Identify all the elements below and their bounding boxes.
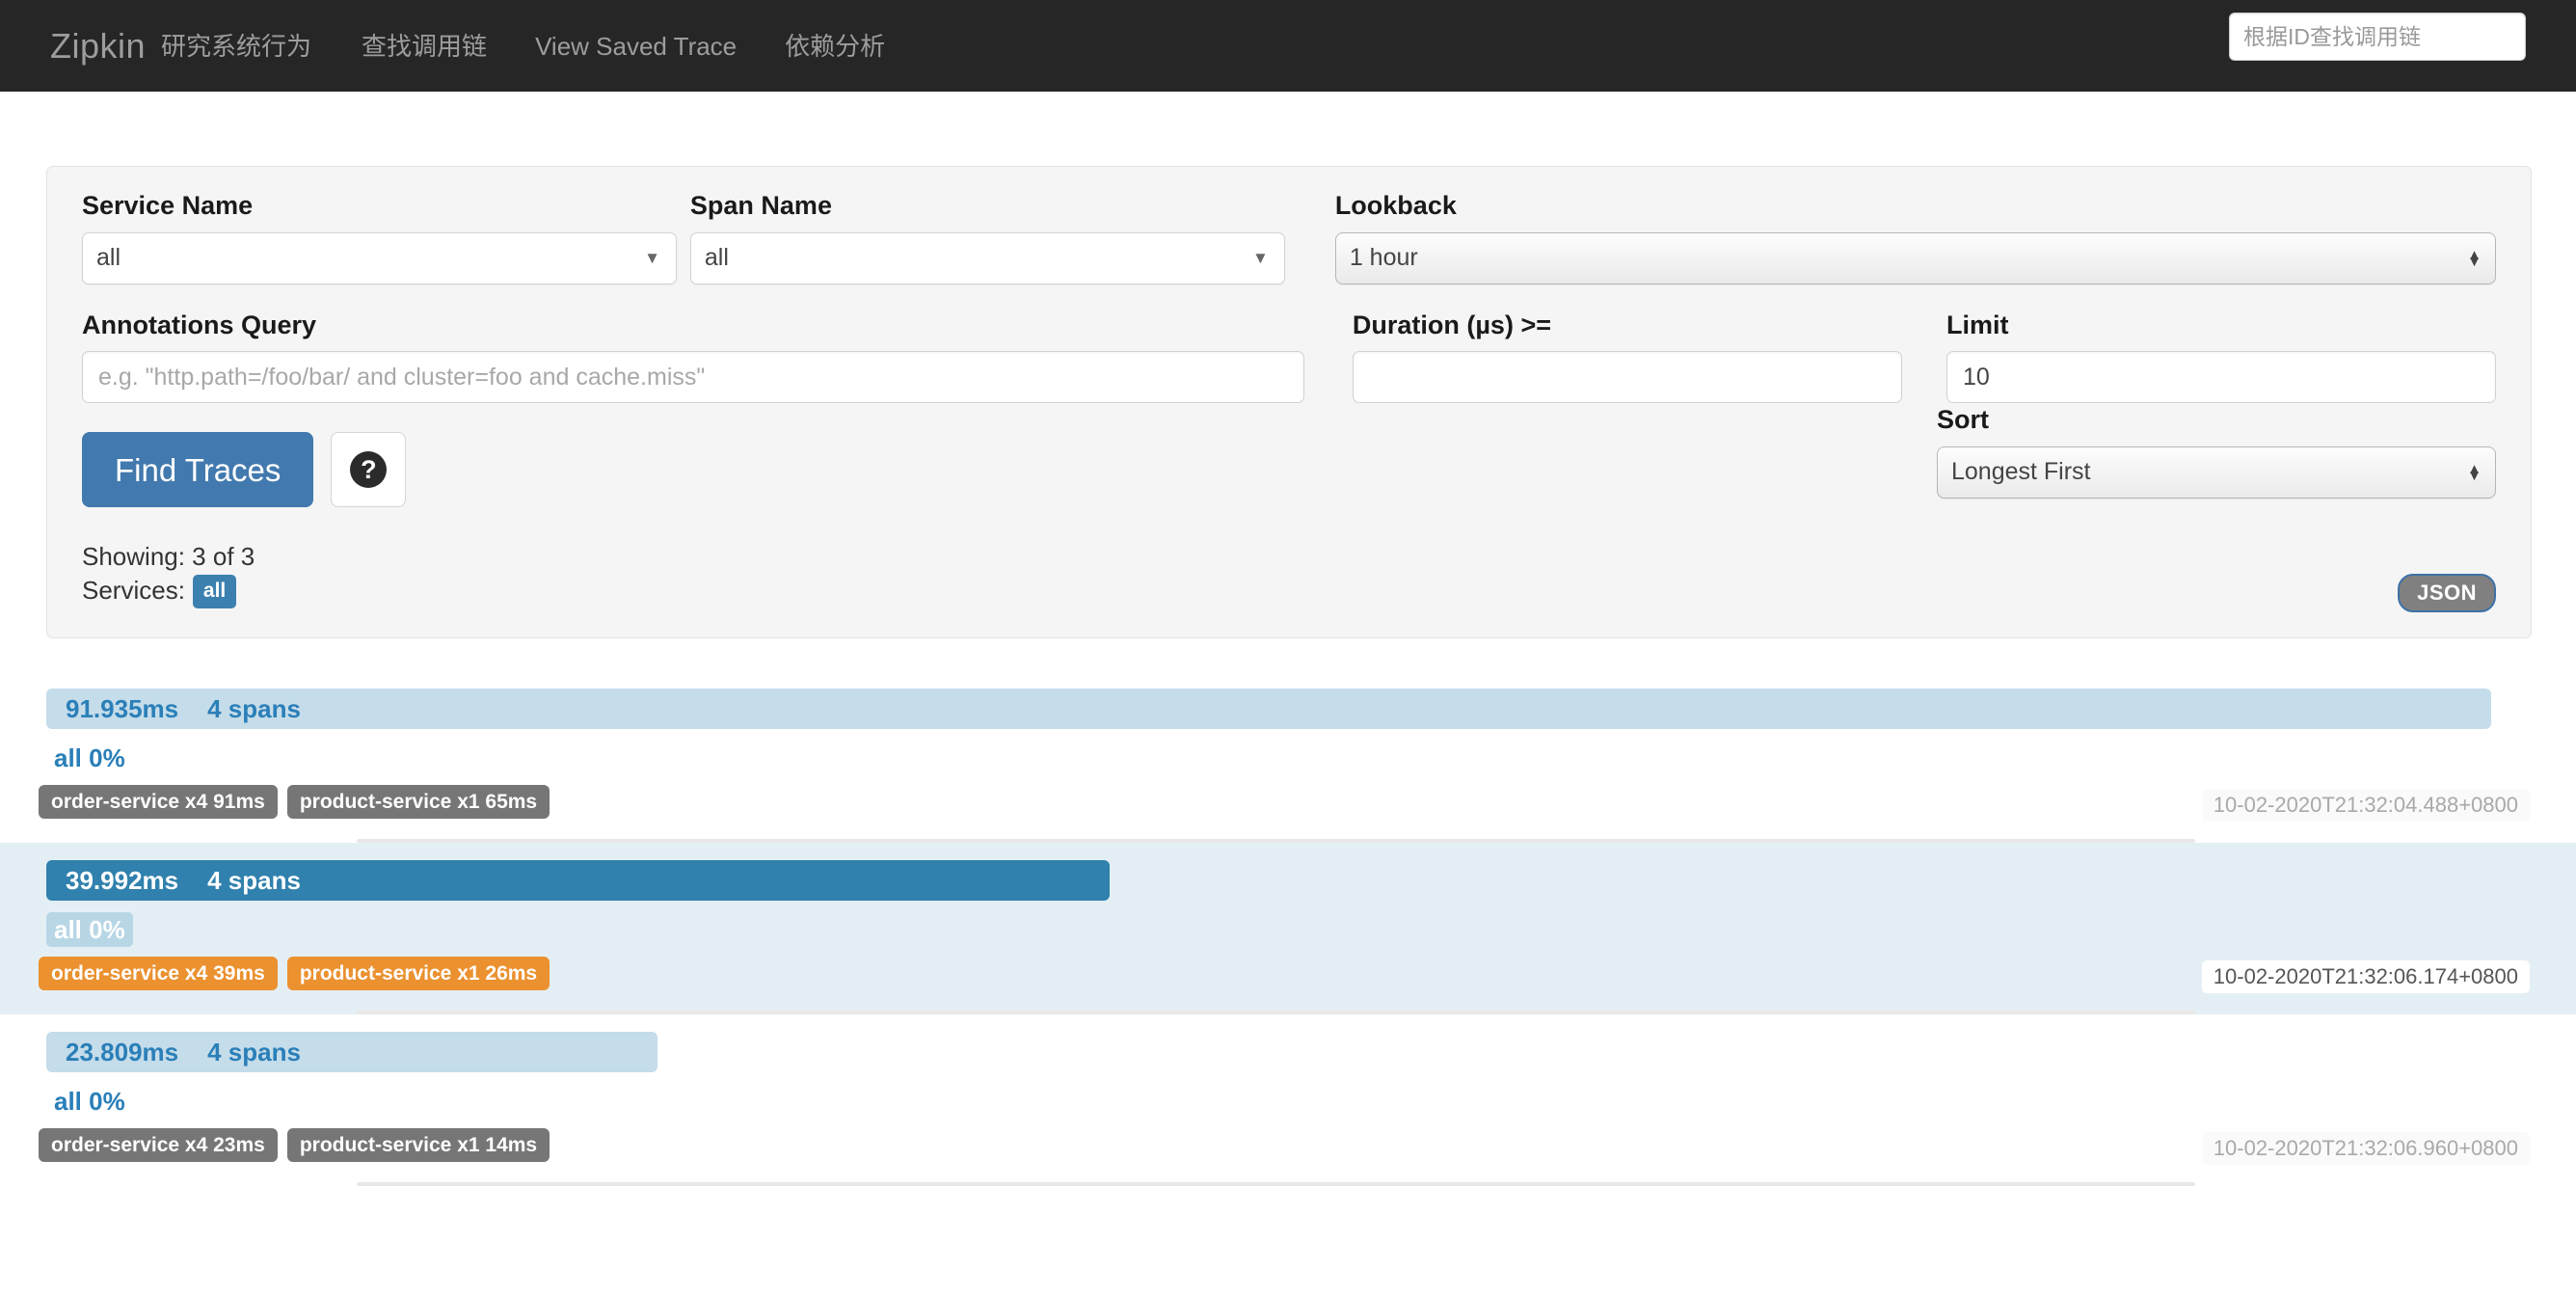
trace-span-count: 4 spans: [207, 865, 301, 895]
service-badge[interactable]: product-service x1 65ms: [286, 784, 550, 819]
duration-input[interactable]: [1352, 351, 1902, 404]
trace-id-search: [2229, 13, 2526, 61]
trace-timestamp: 10-02-2020T21:32:04.488+0800: [2201, 788, 2530, 822]
limit-input[interactable]: [1945, 351, 2497, 404]
nav-link-view-saved-trace[interactable]: View Saved Trace: [535, 34, 737, 59]
help-button[interactable]: ?: [331, 432, 407, 508]
duration-field: Duration (µs) >=: [1352, 310, 1902, 404]
span-name-value: all: [704, 244, 729, 272]
trace-percent: all 0%: [54, 742, 125, 772]
services-badge[interactable]: all: [192, 575, 237, 608]
service-name-field: Service Name all ▼: [82, 191, 677, 284]
annotations-query-input[interactable]: [82, 351, 1304, 404]
trace-service-badges: order-service x4 23ms product-service x1 …: [39, 1127, 550, 1162]
results-summary: Showing: 3 of 3 Services: all: [82, 540, 2496, 608]
showing-count: Showing: 3 of 3: [82, 542, 255, 572]
service-badge[interactable]: product-service x1 14ms: [286, 1127, 550, 1162]
trace-percent: all 0%: [54, 1086, 125, 1116]
limit-field: Limit: [1945, 310, 2497, 404]
row-separator: [357, 1181, 2195, 1186]
select-spinner-icon: ▲ ▼: [2467, 460, 2482, 484]
search-panel-row-2: Annotations Query Duration (µs) >= Limit: [82, 310, 2497, 404]
service-name-value: all: [96, 244, 121, 272]
lookback-select[interactable]: 1 hour ▲ ▼: [1334, 231, 2496, 284]
service-badge[interactable]: order-service x4 39ms: [39, 956, 278, 990]
question-mark-icon: ?: [350, 451, 388, 489]
trace-service-badges: order-service x4 39ms product-service x1 …: [39, 956, 550, 990]
span-name-select[interactable]: all ▼: [689, 231, 1285, 284]
trace-duration: 23.809ms: [66, 1037, 179, 1066]
trace-service-badges: order-service x4 91ms product-service x1 …: [39, 784, 550, 819]
nav-link-find-traces[interactable]: 查找调用链: [362, 34, 487, 59]
trace-row[interactable]: 39.992ms 4 spans all 0% order-service x4 39…: [0, 842, 2576, 1014]
json-button[interactable]: JSON: [2398, 573, 2496, 612]
span-name-label: Span Name: [689, 191, 832, 220]
trace-duration-bar[interactable]: 39.992ms 4 spans: [46, 859, 1111, 901]
service-name-select[interactable]: all ▼: [82, 231, 677, 284]
trace-span-count: 4 spans: [207, 693, 301, 723]
sort-field: Sort Longest First ▲ ▼: [1937, 405, 2496, 499]
trace-row[interactable]: 23.809ms 4 spans all 0% order-service x4 23…: [0, 1014, 2576, 1186]
trace-timestamp: 10-02-2020T21:32:06.174+0800: [2201, 959, 2530, 993]
service-badge[interactable]: order-service x4 91ms: [39, 784, 278, 819]
search-panel: Service Name all ▼ Span Name all ▼ Lookb…: [46, 166, 2532, 638]
service-name-label: Service Name: [82, 191, 254, 220]
find-traces-button[interactable]: Find Traces: [82, 432, 314, 508]
navbar: Zipkin 研究系统行为 查找调用链 View Saved Trace 依赖分…: [0, 0, 2576, 92]
trace-duration: 39.992ms: [66, 865, 179, 895]
service-badge[interactable]: order-service x4 23ms: [39, 1127, 278, 1162]
brand-subtitle: 研究系统行为: [161, 31, 312, 61]
annotations-query-label: Annotations Query: [82, 310, 317, 339]
lookback-label: Lookback: [1334, 191, 1457, 220]
trace-row[interactable]: 91.935ms 4 spans all 0% order-service x4 91…: [0, 671, 2576, 843]
chevron-down-icon: ▼: [1251, 249, 1269, 268]
service-badge[interactable]: product-service x1 26ms: [286, 956, 550, 990]
chevron-down-icon: ▼: [644, 249, 660, 268]
annotations-query-field: Annotations Query: [82, 310, 1304, 404]
trace-timestamp: 10-02-2020T21:32:06.960+0800: [2201, 1131, 2530, 1165]
nav-link-dependencies[interactable]: 依赖分析: [785, 34, 885, 59]
sort-label: Sort: [1937, 405, 1989, 434]
search-panel-row-1: Service Name all ▼ Span Name all ▼ Lookb…: [82, 191, 2496, 284]
trace-span-count: 4 spans: [207, 1037, 301, 1066]
trace-duration: 91.935ms: [66, 693, 179, 723]
services-summary: Services: all: [82, 574, 2496, 608]
trace-id-search-input[interactable]: [2229, 13, 2526, 61]
span-name-field: Span Name all ▼: [689, 191, 1285, 284]
trace-duration-bar[interactable]: 23.809ms 4 spans: [46, 1031, 657, 1072]
trace-results-list: 91.935ms 4 spans all 0% order-service x4 91…: [0, 671, 2576, 1186]
trace-percent: all 0%: [46, 911, 133, 947]
duration-label: Duration (µs) >=: [1352, 310, 1551, 339]
select-spinner-icon: ▲ ▼: [2467, 246, 2482, 270]
sort-value: Longest First: [1951, 458, 2091, 486]
services-label: Services:: [82, 576, 185, 606]
limit-label: Limit: [1945, 310, 2009, 339]
lookback-value: 1 hour: [1349, 244, 1418, 272]
lookback-field: Lookback 1 hour ▲ ▼: [1334, 191, 2496, 284]
trace-duration-bar[interactable]: 91.935ms 4 spans: [46, 688, 2491, 729]
brand-logo[interactable]: Zipkin: [50, 28, 146, 64]
sort-select[interactable]: Longest First ▲ ▼: [1937, 446, 2496, 499]
